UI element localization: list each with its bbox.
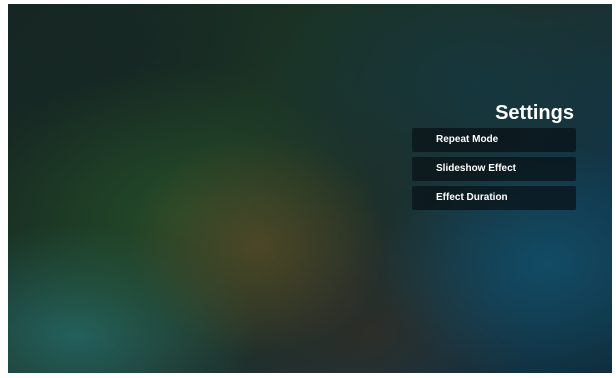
screenshot-frame: Settings Repeat Mode Slideshow Effect Ef… — [0, 0, 616, 378]
settings-menu: Settings Repeat Mode Slideshow Effect Ef… — [412, 101, 576, 215]
settings-title: Settings — [495, 102, 574, 124]
slideshow-background: Settings Repeat Mode Slideshow Effect Ef… — [8, 4, 612, 373]
menu-item-slideshow-effect[interactable]: Slideshow Effect — [412, 157, 576, 181]
menu-item-repeat-mode[interactable]: Repeat Mode — [412, 128, 576, 152]
menu-item-effect-duration[interactable]: Effect Duration — [412, 186, 576, 210]
